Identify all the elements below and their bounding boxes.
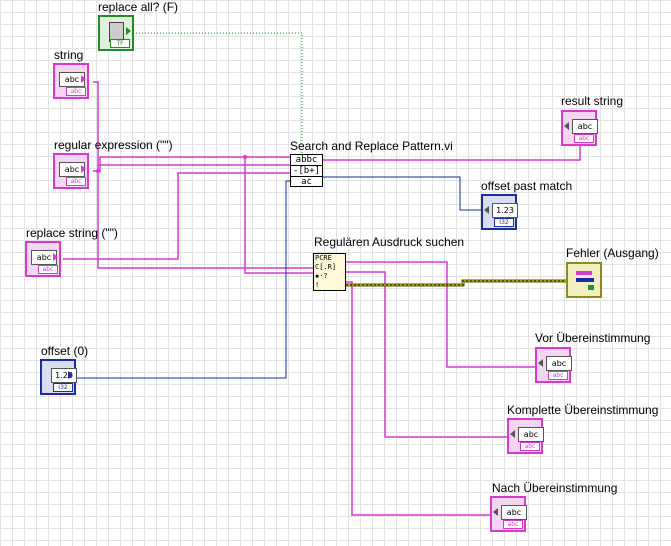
input-arrow-icon xyxy=(538,359,543,367)
wire-offset-out xyxy=(322,176,482,211)
label-error-out: Fehler (Ausgang) xyxy=(566,246,659,260)
sr-line3: ac xyxy=(301,177,312,187)
wire-junction xyxy=(243,155,247,159)
label-regex: regular expression ("") xyxy=(54,138,173,152)
wire-replace-string xyxy=(63,172,290,260)
label-string: string xyxy=(54,48,84,62)
label-before-match: Vor Übereinstimmung xyxy=(535,331,651,345)
output-arrow-icon xyxy=(53,253,58,261)
whole-match-indicator[interactable]: abc abc xyxy=(507,418,544,454)
before-match-indicator[interactable]: abc abc xyxy=(535,347,572,383)
output-arrow-icon xyxy=(68,371,73,379)
regex-node-error-pin: ! xyxy=(315,281,320,289)
replace-string-badge: abc xyxy=(38,265,58,274)
result-string-glyph: abc xyxy=(572,119,598,134)
sr-line2: -[b+] xyxy=(291,166,322,177)
offset-type-badge: I32 xyxy=(53,383,73,392)
input-arrow-icon xyxy=(484,206,489,214)
label-offset: offset (0) xyxy=(41,344,89,358)
label-after-match: Nach Übereinstimmung xyxy=(492,481,618,495)
regex-type-badge: abc xyxy=(66,177,86,186)
input-arrow-icon xyxy=(510,430,515,438)
label-offset-past-match: offset past match xyxy=(481,179,573,193)
error-bar-icon xyxy=(588,285,594,290)
whole-match-badge: abc xyxy=(520,442,540,451)
before-match-badge: abc xyxy=(548,371,568,380)
offset-past-match-indicator[interactable]: 1.23 I32 xyxy=(481,194,518,230)
wire-whole xyxy=(344,271,507,438)
before-match-glyph: abc xyxy=(546,356,572,371)
string-control[interactable]: abc abc xyxy=(53,63,89,99)
wire-regex xyxy=(93,156,290,172)
after-match-glyph: abc xyxy=(501,505,527,520)
wire-junction xyxy=(96,169,100,173)
tf-badge: TF xyxy=(110,39,130,48)
offset-past-match-glyph: 1.23 xyxy=(492,203,518,218)
result-string-indicator[interactable]: abc abc xyxy=(561,110,598,146)
wire-error xyxy=(344,279,567,287)
wire-after xyxy=(344,281,490,516)
label-result-string: result string xyxy=(561,94,624,108)
label-whole-match: Komplette Übereinstimmung xyxy=(507,403,659,417)
wire-string xyxy=(93,81,313,269)
replace-string-control[interactable]: abc abc xyxy=(25,241,61,277)
regex-node-icon: ▪·? xyxy=(315,272,328,280)
input-arrow-icon xyxy=(493,508,498,516)
label-search-replace-vi: Search and Replace Pattern.vi xyxy=(290,139,453,153)
label-regex-search: Regulären Ausdruck suchen xyxy=(314,235,465,249)
output-arrow-icon xyxy=(81,165,86,173)
error-bar-icon xyxy=(576,271,592,275)
whole-match-glyph: abc xyxy=(518,427,544,442)
after-match-badge: abc xyxy=(503,520,523,529)
wire-offset xyxy=(75,180,290,379)
input-arrow-icon xyxy=(564,122,569,130)
offset-past-match-badge: I32 xyxy=(494,218,514,227)
wire-before xyxy=(344,261,536,368)
result-string-badge: abc xyxy=(574,134,594,143)
sr-line1: abbc xyxy=(291,155,322,166)
offset-control[interactable]: 1.23 I32 xyxy=(40,359,77,395)
replace-all-control[interactable]: TF xyxy=(98,15,134,51)
search-replace-node[interactable]: abbc -[b+] ac xyxy=(290,154,323,187)
output-arrow-icon xyxy=(81,75,86,83)
label-replace-string: replace string ("") xyxy=(26,226,118,240)
regex-control[interactable]: abc abc xyxy=(53,153,89,189)
error-out-indicator[interactable] xyxy=(566,262,602,298)
wire-replace-all xyxy=(133,32,303,155)
error-bar-icon xyxy=(576,278,594,282)
after-match-indicator[interactable]: abc abc xyxy=(490,496,527,532)
regex-search-node[interactable]: PCRE C[.R] ▪·? ! xyxy=(313,253,346,291)
pcre-sub-label: C[.R] xyxy=(315,263,337,271)
string-type-badge: abc xyxy=(66,87,86,96)
output-arrow-icon xyxy=(126,27,131,35)
pcre-label: PCRE xyxy=(315,254,332,262)
offset-control-glyph: 1.23 xyxy=(51,368,77,383)
label-replace-all: replace all? (F) xyxy=(98,0,179,14)
